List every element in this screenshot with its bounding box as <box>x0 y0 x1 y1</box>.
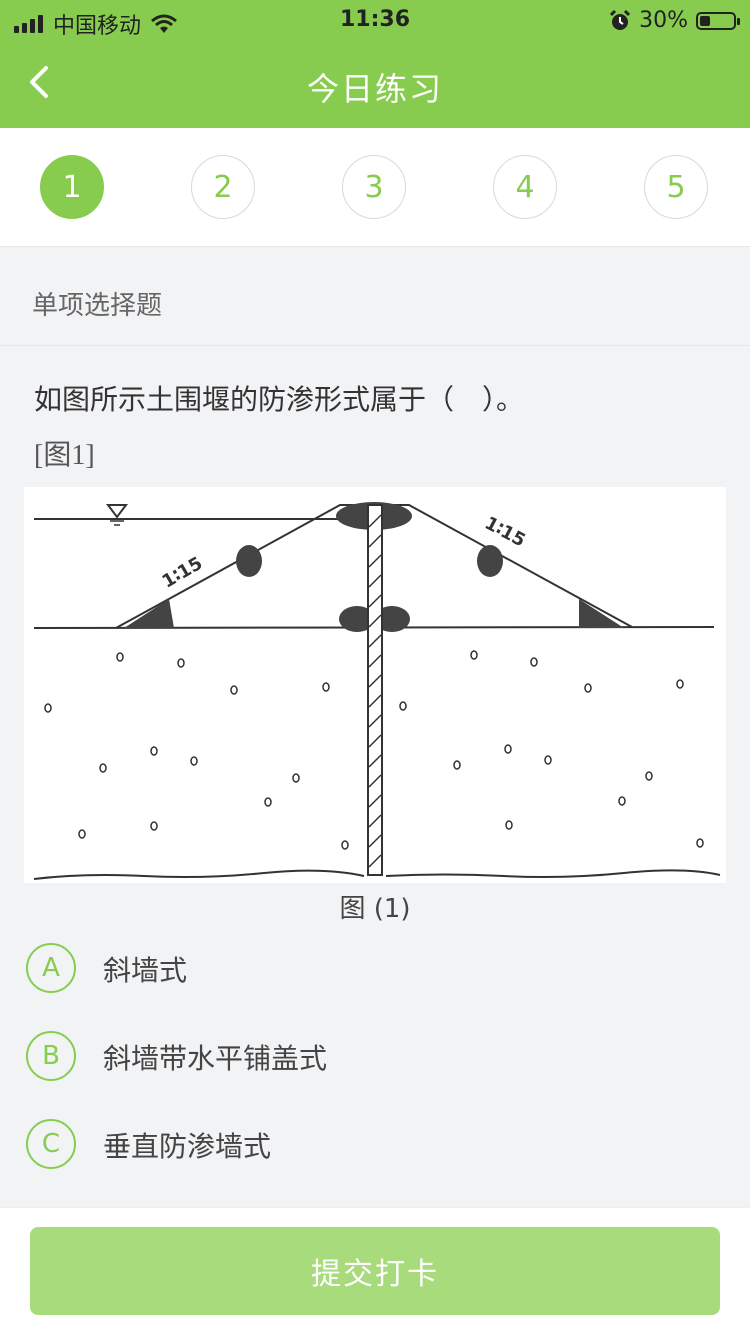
question-type-bar: 单项选择题 <box>0 247 750 346</box>
status-bar: 中国移动 11:36 30% <box>0 0 750 40</box>
submit-button[interactable]: 提交打卡 <box>30 1227 720 1315</box>
footer-bar: 提交打卡 <box>0 1207 750 1335</box>
cofferdam-diagram: 1∶15 1∶15 <box>33 502 721 880</box>
question-step-5[interactable]: 5 <box>644 155 708 219</box>
question-stem: 如图所示土围堰的防渗形式属于（ ）。 <box>34 383 525 416</box>
battery-icon <box>696 11 740 30</box>
page-title: 今日练习 <box>306 70 443 108</box>
figure-caption: 图 (1) <box>339 894 411 924</box>
option-c[interactable]: C 垂直防渗墙式 <box>26 1119 726 1169</box>
question-step-1[interactable]: 1 <box>40 155 104 219</box>
option-b[interactable]: B 斜墙带水平铺盖式 <box>26 1031 726 1081</box>
figure-reference: [图1] <box>34 440 95 471</box>
option-c-text[interactable]: 垂直防渗墙式 <box>103 1125 271 1165</box>
cofferdam-figure: 1∶15 1∶15 <box>24 487 726 883</box>
option-a[interactable]: A 斜墙式 <box>26 943 726 993</box>
question-stepper: 1 2 3 4 5 <box>0 128 750 247</box>
app-header: 中国移动 11:36 30% 今日练习 <box>0 0 750 128</box>
question-type-label: 单项选择题 <box>32 291 163 321</box>
option-c-letter[interactable]: C <box>26 1119 76 1169</box>
option-b-text[interactable]: 斜墙带水平铺盖式 <box>103 1037 327 1077</box>
question-step-3[interactable]: 3 <box>342 155 406 219</box>
option-b-letter[interactable]: B <box>26 1031 76 1081</box>
question-step-4[interactable]: 4 <box>493 155 557 219</box>
option-a-text[interactable]: 斜墙式 <box>103 949 187 989</box>
slope-label-left: 1∶15 <box>159 553 207 593</box>
battery-percent: 30% <box>639 8 688 33</box>
alarm-clock-icon <box>610 9 631 30</box>
question-step-2[interactable]: 2 <box>191 155 255 219</box>
option-a-letter[interactable]: A <box>26 943 76 993</box>
navigation-bar: 今日练习 <box>0 40 750 128</box>
